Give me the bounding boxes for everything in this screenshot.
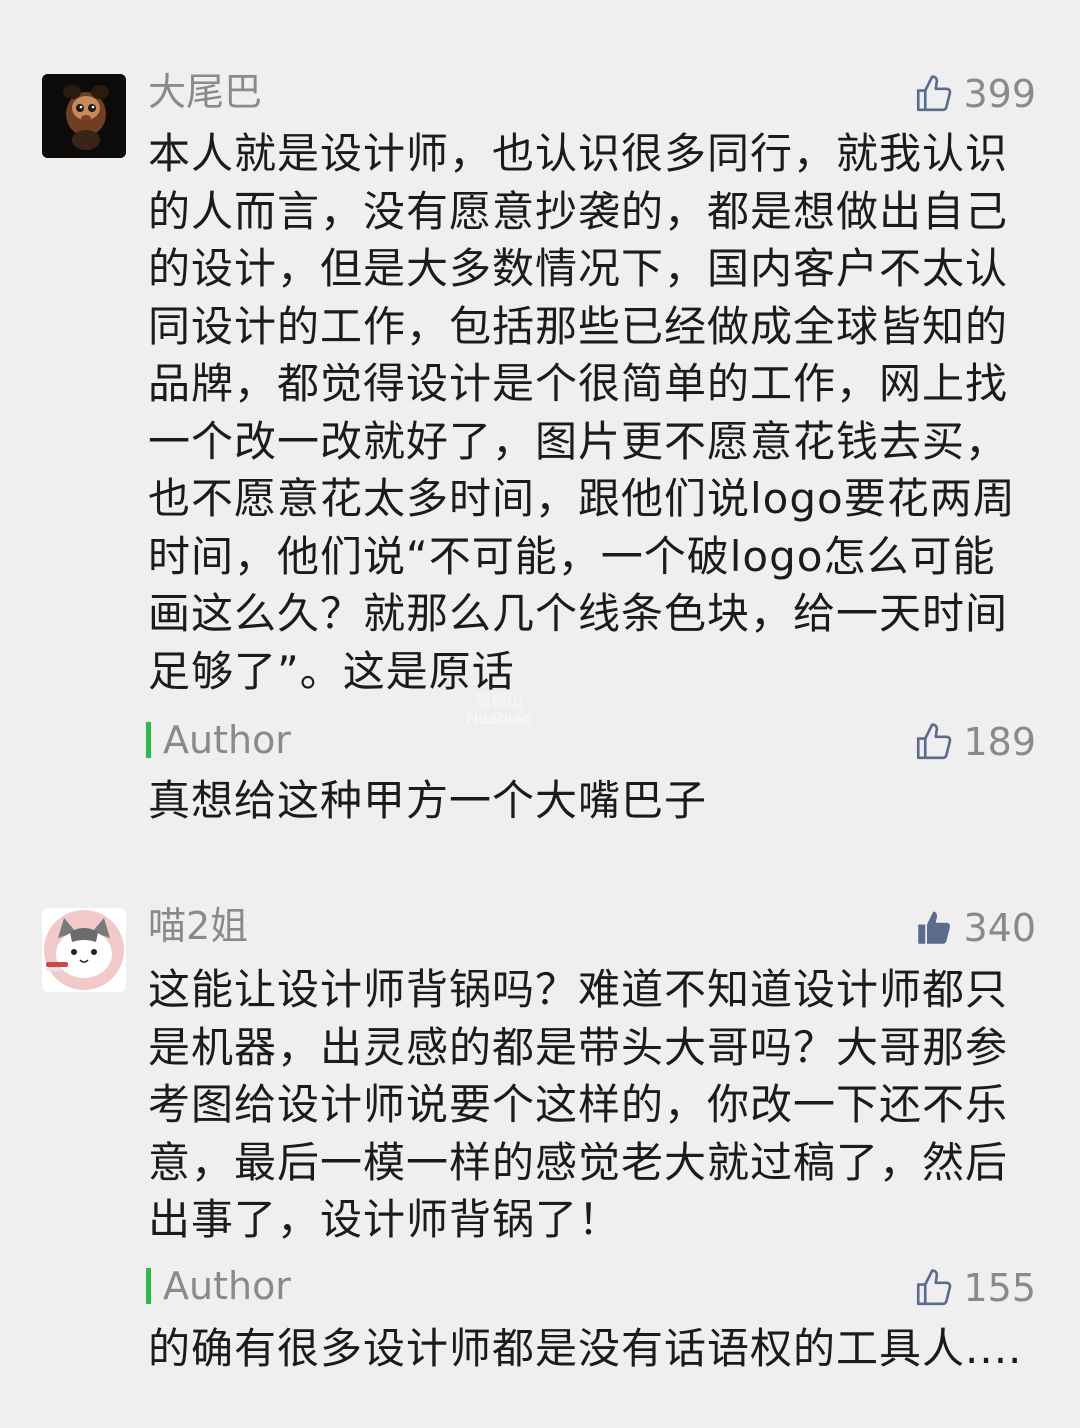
- author-bar: [146, 722, 151, 758]
- content-line: 品牌，都觉得设计是个很简单的工作，网上找: [148, 359, 1009, 408]
- author-reply-text: 的确有很多设计师都是没有话语权的工具人....: [148, 1324, 1023, 1373]
- content-line: 时间，他们说“不可能，一个破logo怎么可能: [148, 531, 996, 581]
- like-button[interactable]: 340: [913, 906, 1036, 950]
- content-line: 是机器，出灵感的都是带头大哥吗？大哥那参: [148, 1022, 1009, 1072]
- watermark-line1: 追标山: [475, 691, 524, 710]
- reply-like-button[interactable]: 155: [913, 1266, 1036, 1310]
- avatar-cat-icon: [42, 908, 126, 992]
- author-reply-tag: Author: [146, 718, 291, 762]
- thumb-up-outline-icon: [917, 723, 952, 760]
- author-reply-text: 真想给这种甲方一个大嘴巴子: [148, 776, 708, 825]
- thumb-up-outline-icon: [917, 1269, 952, 1306]
- author-bar: [146, 1268, 151, 1304]
- content-line: 意，最后一模一样的感觉老大就过稿了，然后: [148, 1137, 1009, 1187]
- avatar-toy-figure-icon: [42, 74, 126, 158]
- content-line: 本人就是设计师，也认识很多同行，就我认识: [148, 129, 1009, 178]
- content-line: 的人而言，没有愿意抄袭的，都是想做出自己: [148, 186, 1009, 236]
- reply-like-button[interactable]: 189: [913, 720, 1036, 764]
- author-label: Author: [163, 718, 291, 762]
- thumb-up-filled-icon: [918, 911, 951, 944]
- content-line: 足够了”。这是原话: [148, 646, 515, 696]
- avatar[interactable]: [42, 908, 126, 992]
- thumb-up-outline-icon: [917, 75, 952, 112]
- comment-content: 这能让设计师背锅吗？难道不知道设计师都只 是机器，出灵感的都是带头大哥吗？大哥那…: [148, 961, 1038, 1249]
- avatar[interactable]: [42, 74, 126, 158]
- content-line: 同设计的工作，包括那些已经做成全球皆知的: [148, 301, 1009, 351]
- author-reply-tag: Author: [146, 1264, 291, 1308]
- nickname[interactable]: 喵2姐: [148, 904, 248, 948]
- reply-like-count: 189: [963, 720, 1036, 764]
- author-label: Author: [163, 1264, 291, 1308]
- content-line: 出事了，设计师背锅了！: [148, 1195, 622, 1244]
- like-count: 399: [963, 72, 1036, 116]
- content-line: 也不愿意花太多时间，跟他们说logo要花两周: [148, 474, 1016, 523]
- content-line: 画这么久？就那么几个线条色块，给一天时间: [148, 589, 1009, 638]
- content-line: 的设计，但是大多数情况下，国内客户不太认: [148, 244, 1009, 293]
- reply-like-count: 155: [963, 1266, 1036, 1310]
- like-count: 340: [963, 906, 1036, 950]
- content-line: 这能让设计师背锅吗？难道不知道设计师都只: [148, 965, 1009, 1014]
- like-button[interactable]: 399: [913, 72, 1036, 116]
- nickname[interactable]: 大尾巴: [148, 70, 262, 114]
- comment-content: 本人就是设计师，也认识很多同行，就我认识 的人而言，没有愿意抄袭的，都是想做出自…: [148, 125, 1038, 700]
- content-line: 考图给设计师说要个这样的，你改一下还不乐: [148, 1080, 1009, 1129]
- watermark: 追标山 Huabiao: [466, 692, 532, 728]
- content-line: 一个改一改就好了，图片更不愿意花钱去买，: [148, 416, 1009, 466]
- watermark-line2: Huabiao: [466, 709, 533, 728]
